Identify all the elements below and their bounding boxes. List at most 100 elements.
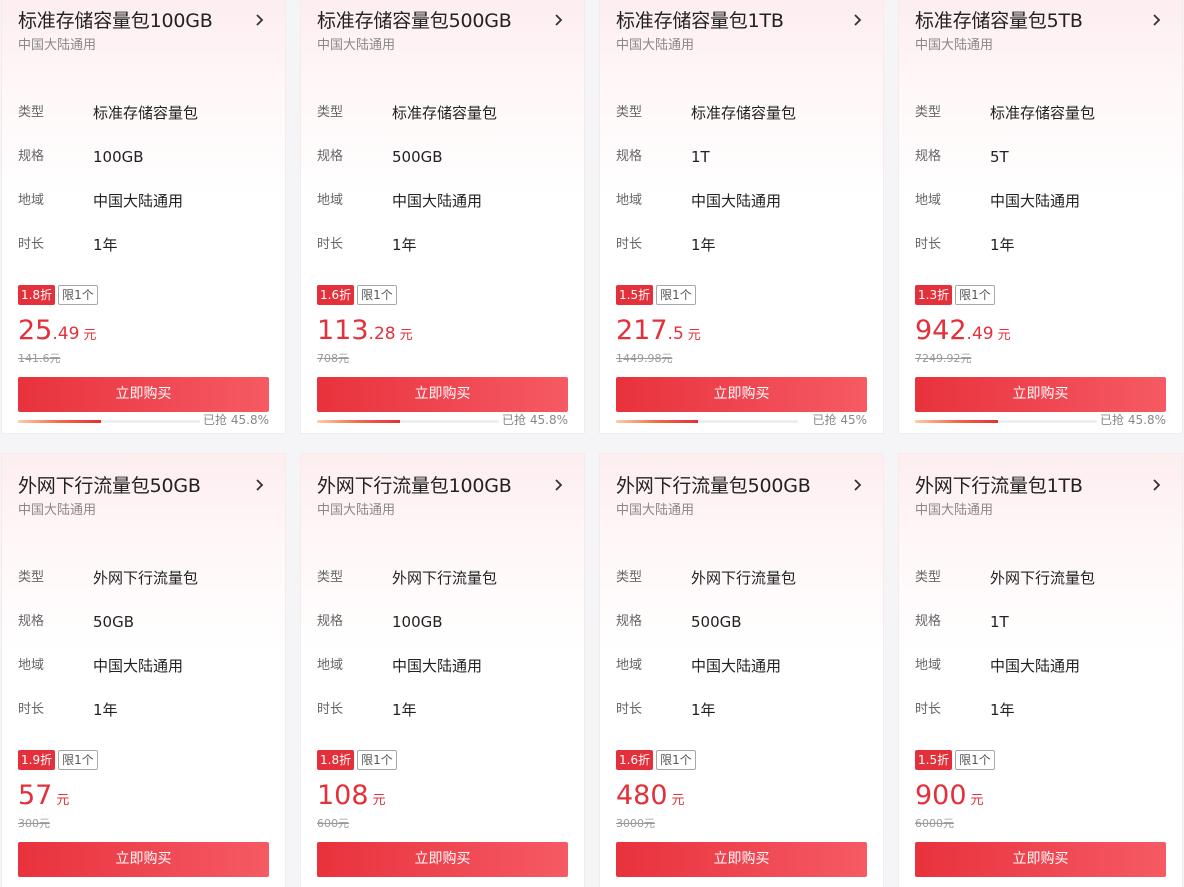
buy-now-button[interactable]: 立即购买 bbox=[915, 842, 1166, 877]
spec-label: 时长 bbox=[915, 702, 942, 717]
price: 113.28 元 bbox=[317, 313, 413, 349]
card-title-row[interactable]: 外网下行流量包1TB bbox=[915, 472, 1172, 500]
chevron-right-icon[interactable] bbox=[552, 478, 566, 492]
buy-now-button[interactable]: 立即购买 bbox=[616, 377, 867, 412]
price-unit: 元 bbox=[671, 793, 685, 808]
chevron-right-icon[interactable] bbox=[552, 13, 566, 27]
spec-value: 1年 bbox=[990, 236, 1015, 254]
spec-row-region: 地域 中国大陆通用 bbox=[317, 655, 577, 677]
progress-track bbox=[317, 420, 499, 423]
chevron-right-icon[interactable] bbox=[253, 478, 267, 492]
tag-row: 1.6折 限1个 bbox=[616, 750, 696, 772]
price-integer: 217 bbox=[616, 315, 668, 346]
spec-label: 类型 bbox=[616, 105, 643, 120]
card-title-row[interactable]: 标准存储容量包1TB bbox=[616, 7, 873, 35]
spec-value: 1年 bbox=[93, 236, 118, 254]
discount-badge: 1.5折 bbox=[616, 285, 654, 305]
card-title-row[interactable]: 标准存储容量包500GB bbox=[317, 7, 574, 35]
spec-row-duration: 时长 1年 bbox=[317, 699, 577, 721]
chevron-right-icon[interactable] bbox=[851, 13, 865, 27]
card-title-row[interactable]: 标准存储容量包100GB bbox=[18, 7, 275, 35]
progress-fill bbox=[616, 420, 698, 423]
spec-row-spec: 规格 500GB bbox=[616, 611, 876, 633]
spec-value: 50GB bbox=[93, 613, 135, 631]
limit-badge: 限1个 bbox=[357, 285, 397, 305]
price: 217.5 元 bbox=[616, 313, 701, 349]
spec-value: 1年 bbox=[990, 701, 1015, 719]
sold-progress: 已抢 45% bbox=[616, 412, 867, 428]
buy-now-button[interactable]: 立即购买 bbox=[18, 377, 269, 412]
buy-now-button[interactable]: 立即购买 bbox=[18, 842, 269, 877]
card-title[interactable]: 标准存储容量包5TB bbox=[915, 7, 1083, 35]
spec-value: 中国大陆通用 bbox=[990, 657, 1081, 675]
spec-label: 规格 bbox=[317, 149, 344, 164]
spec-row-type: 类型 标准存储容量包 bbox=[616, 102, 876, 124]
price-decimal: .49 bbox=[52, 324, 80, 344]
card-title-row[interactable]: 外网下行流量包500GB bbox=[616, 472, 873, 500]
spec-value: 100GB bbox=[93, 148, 144, 166]
chevron-right-icon[interactable] bbox=[1150, 13, 1164, 27]
card-title-row[interactable]: 标准存储容量包5TB bbox=[915, 7, 1172, 35]
card-title[interactable]: 标准存储容量包100GB bbox=[18, 7, 213, 35]
price: 57 元 bbox=[18, 778, 69, 814]
sold-percent: 45.8% bbox=[230, 413, 269, 427]
buy-now-button[interactable]: 立即购买 bbox=[616, 842, 867, 877]
spec-label: 时长 bbox=[18, 237, 45, 252]
chevron-right-icon[interactable] bbox=[253, 13, 267, 27]
limit-badge: 限1个 bbox=[656, 285, 696, 305]
buy-now-button[interactable]: 立即购买 bbox=[915, 377, 1166, 412]
spec-value: 中国大陆通用 bbox=[691, 192, 782, 210]
spec-label: 地域 bbox=[317, 658, 344, 673]
spec-value: 标准存储容量包 bbox=[392, 104, 498, 122]
original-price: 600元 bbox=[317, 817, 349, 830]
spec-label: 地域 bbox=[616, 193, 643, 208]
card-title-row[interactable]: 外网下行流量包100GB bbox=[317, 472, 574, 500]
spec-row-duration: 时长 1年 bbox=[915, 234, 1175, 256]
buy-now-button[interactable]: 立即购买 bbox=[317, 842, 568, 877]
card-title[interactable]: 外网下行流量包1TB bbox=[915, 472, 1083, 500]
spec-label: 规格 bbox=[317, 614, 344, 629]
card-subtitle: 中国大陆通用 bbox=[317, 503, 396, 518]
price-integer: 900 bbox=[915, 780, 967, 811]
spec-label: 规格 bbox=[616, 614, 643, 629]
spec-label: 时长 bbox=[616, 702, 643, 717]
card-title[interactable]: 标准存储容量包1TB bbox=[616, 7, 784, 35]
spec-label: 地域 bbox=[616, 658, 643, 673]
discount-badge: 1.6折 bbox=[616, 750, 654, 770]
spec-value: 1T bbox=[691, 148, 710, 166]
sold-progress: 已抢 45.8% bbox=[915, 412, 1166, 428]
spec-row-type: 类型 标准存储容量包 bbox=[18, 102, 278, 124]
price-unit: 元 bbox=[997, 328, 1011, 343]
progress-track bbox=[915, 420, 1097, 423]
spec-value: 标准存储容量包 bbox=[93, 104, 199, 122]
spec-value: 中国大陆通用 bbox=[990, 192, 1081, 210]
buy-now-button[interactable]: 立即购买 bbox=[317, 377, 568, 412]
spec-value: 标准存储容量包 bbox=[990, 104, 1096, 122]
card-subtitle: 中国大陆通用 bbox=[18, 503, 97, 518]
tag-row: 1.6折 限1个 bbox=[317, 285, 397, 307]
spec-value: 1年 bbox=[691, 236, 716, 254]
card-title[interactable]: 外网下行流量包100GB bbox=[317, 472, 512, 500]
card-title[interactable]: 外网下行流量包50GB bbox=[18, 472, 201, 500]
spec-row-region: 地域 中国大陆通用 bbox=[18, 655, 278, 677]
spec-row-duration: 时长 1年 bbox=[616, 699, 876, 721]
chevron-right-icon[interactable] bbox=[1150, 478, 1164, 492]
spec-row-duration: 时长 1年 bbox=[317, 234, 577, 256]
card-title[interactable]: 标准存储容量包500GB bbox=[317, 7, 512, 35]
card-title-row[interactable]: 外网下行流量包50GB bbox=[18, 472, 275, 500]
sold-text: 已抢 45.8% bbox=[1100, 412, 1166, 428]
spec-row-spec: 规格 100GB bbox=[317, 611, 577, 633]
price-integer: 25 bbox=[18, 315, 53, 346]
spec-value: 中国大陆通用 bbox=[392, 192, 483, 210]
sold-prefix: 已抢 bbox=[203, 413, 228, 427]
product-card: 标准存储容量包500GB 中国大陆通用 类型 标准存储容量包 规格 500GB 地域… bbox=[301, 0, 584, 433]
price-unit: 元 bbox=[56, 793, 70, 808]
original-price: 7249.92元 bbox=[915, 352, 972, 365]
sold-progress: 已抢 45.8% bbox=[317, 412, 568, 428]
chevron-right-icon[interactable] bbox=[851, 478, 865, 492]
price-decimal: .28 bbox=[368, 324, 396, 344]
price: 108 元 bbox=[317, 778, 386, 814]
spec-value: 1T bbox=[990, 613, 1009, 631]
spec-row-spec: 规格 100GB bbox=[18, 146, 278, 168]
card-title[interactable]: 外网下行流量包500GB bbox=[616, 472, 811, 500]
